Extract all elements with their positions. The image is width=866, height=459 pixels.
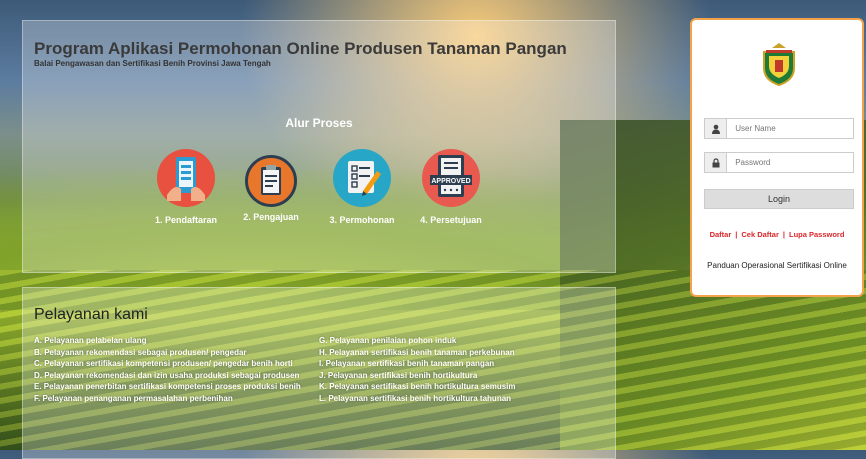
service-item: C. Pelayanan sertifikasi kompetensi prod… (34, 359, 293, 368)
step-pengajuan[interactable]: 2. Pengajuan (229, 149, 313, 222)
svg-text:APPROVED: APPROVED (431, 178, 470, 185)
service-item: F. Pelayanan penanganan permasalahan per… (34, 393, 233, 403)
services-right-list: G. Pelayanan penilaian pohon induk H. Pe… (319, 336, 516, 405)
service-item: G. Pelayanan penilaian pohon induk (319, 336, 457, 345)
lock-icon (705, 153, 728, 172)
step-label: 4. Persetujuan (420, 215, 482, 225)
service-item: I. Pelayanan sertifikasi benih tanaman p… (319, 359, 495, 368)
clipboard-icon (245, 155, 297, 207)
step-label: 3. Permohonan (329, 215, 395, 225)
step-label: 1. Pendaftaran (154, 215, 218, 225)
login-card: Login Daftar|Cek Daftar|Lupa Password Pa… (690, 18, 864, 297)
password-field (704, 152, 854, 173)
step-pendaftaran[interactable]: 1. Pendaftaran (144, 149, 228, 225)
cek-daftar-link[interactable]: Cek Daftar (741, 230, 779, 239)
login-button[interactable]: Login (704, 189, 854, 209)
separator: | (735, 230, 738, 239)
approved-document-icon: APPROVED (422, 149, 480, 207)
user-icon (705, 119, 728, 138)
auth-links: Daftar | Cek Daftar | Lupa Password (692, 230, 862, 239)
lupa-password-link[interactable]: Lupa Password (789, 230, 844, 239)
service-item: J. Pelayanan sertifikasi benih hortikult… (319, 370, 478, 380)
page-title: Program Aplikasi Permohonan Online Produ… (34, 39, 567, 58)
step-persetujuan[interactable]: APPROVED 4. Persetujuan (409, 149, 493, 225)
process-panel: Program Aplikasi Permohonan Online Produ… (22, 20, 616, 273)
username-field (704, 118, 854, 139)
service-item: E. Pelayanan penerbitan sertifikasi komp… (34, 382, 301, 391)
separator: | (782, 230, 785, 239)
service-item: K. Pelayanan sertifikasi benih hortikult… (319, 382, 516, 391)
daftar-link[interactable]: Daftar (710, 230, 732, 239)
service-item: H. Pelayanan sertifikasi benih tanaman p… (319, 347, 515, 357)
checklist-pen-icon (333, 149, 391, 207)
step-permohonan[interactable]: 3. Permohonan (320, 149, 404, 225)
service-item: L. Pelayanan sertifikasi benih hortikult… (319, 393, 512, 403)
province-emblem-logo (760, 42, 798, 87)
process-heading: Alur Proses (285, 116, 353, 130)
services-panel: Pelayanan kami A. Pelayanan pelabelan ul… (22, 287, 616, 459)
services-heading: Pelayanan kami (34, 306, 148, 323)
service-item: D. Pelayanan rekomendasi dan izin usaha … (34, 370, 300, 380)
step-label: 2. Pengajuan (243, 212, 299, 222)
page-subtitle: Balai Pengawasan dan Sertifikasi Benih P… (34, 59, 271, 68)
service-item: B. Pelayanan rekomendasi sebagai produse… (34, 347, 247, 357)
services-left-list: A. Pelayanan pelabelan ulang B. Pelayana… (34, 336, 301, 405)
tablet-icon (157, 149, 215, 207)
guide-link[interactable]: Panduan Operasional Sertifikasi Online (692, 261, 862, 270)
password-input[interactable] (727, 153, 853, 172)
service-item: A. Pelayanan pelabelan ulang (34, 336, 147, 345)
username-input[interactable] (727, 119, 853, 138)
